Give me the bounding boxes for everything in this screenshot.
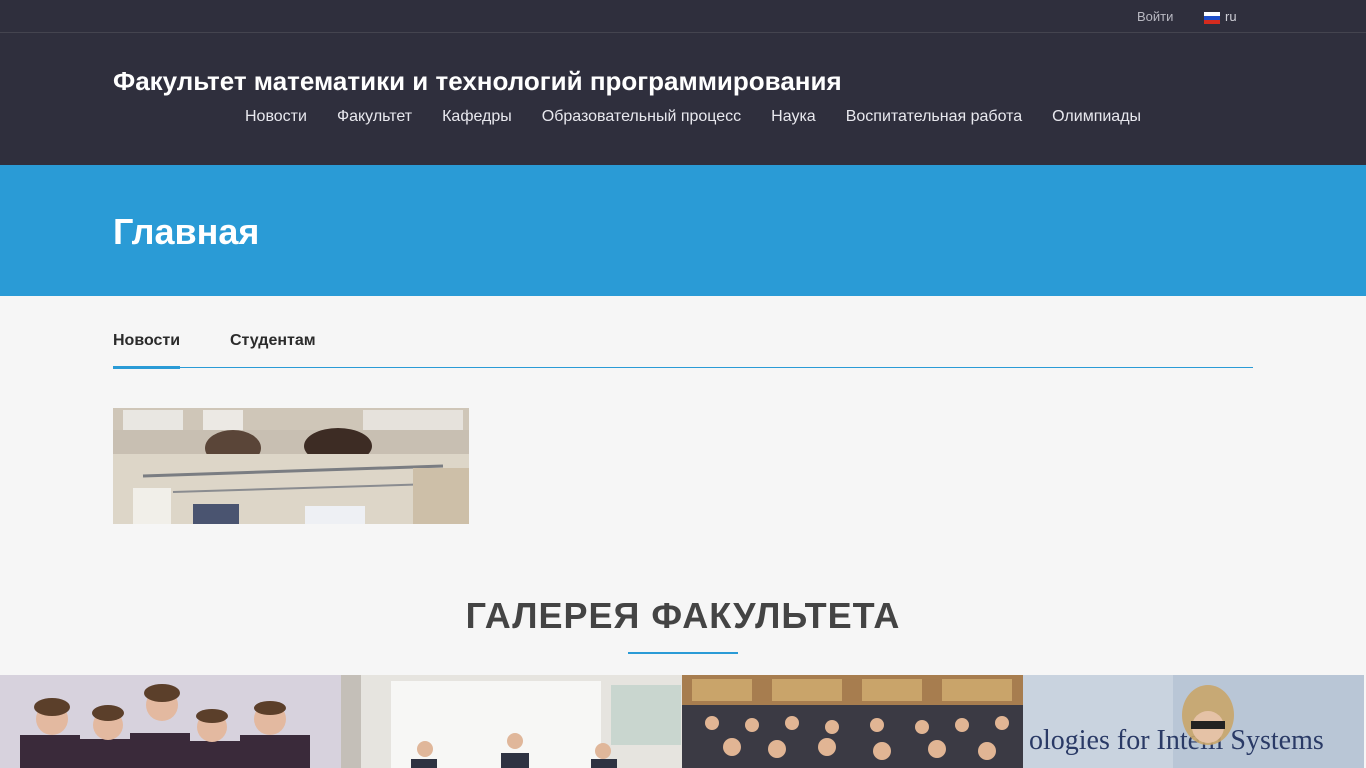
top-bar: Войти ru: [0, 0, 1366, 33]
nav-item-education[interactable]: Образовательный процесс: [527, 108, 756, 126]
nav-item-departments[interactable]: Кафедры: [427, 108, 527, 126]
nav-item-news[interactable]: Новости: [230, 108, 322, 126]
tab-students[interactable]: Студентам: [230, 332, 316, 366]
page-title: Главная: [113, 211, 260, 252]
photo-caption: ologies for Intelli Systems: [1029, 725, 1324, 756]
language-selector[interactable]: ru: [1203, 9, 1237, 24]
gallery-photo[interactable]: [341, 675, 682, 768]
tab-news[interactable]: Новости: [113, 332, 181, 369]
russian-flag-icon: [1203, 10, 1221, 24]
site-header: Факультет математики и технологий програ…: [0, 33, 1366, 165]
login-link[interactable]: Войти: [1137, 9, 1173, 24]
page-banner: Главная: [0, 165, 1366, 296]
site-title[interactable]: Факультет математики и технологий програ…: [113, 66, 842, 97]
news-thumbnail[interactable]: [113, 408, 469, 524]
gallery-divider: [628, 652, 738, 654]
content-tabs: Новости Студентам: [113, 330, 1253, 369]
language-code: ru: [1225, 9, 1237, 24]
news-photo: [113, 408, 469, 524]
gallery-photo[interactable]: ologies for Intelli Systems: [1023, 675, 1364, 768]
nav-item-science[interactable]: Наука: [756, 108, 831, 126]
main-nav: Новости Факультет Кафедры Образовательны…: [230, 108, 1156, 126]
nav-item-faculty[interactable]: Факультет: [322, 108, 427, 126]
nav-item-upbringing[interactable]: Воспитательная работа: [831, 108, 1037, 126]
gallery-strip: ologies for Intelli Systems: [0, 675, 1366, 768]
gallery-photo[interactable]: [0, 675, 341, 768]
gallery-photo[interactable]: [682, 675, 1023, 768]
nav-item-olympiads[interactable]: Олимпиады: [1037, 108, 1156, 126]
gallery-title: ГАЛЕРЕЯ ФАКУЛЬТЕТА: [465, 595, 901, 636]
